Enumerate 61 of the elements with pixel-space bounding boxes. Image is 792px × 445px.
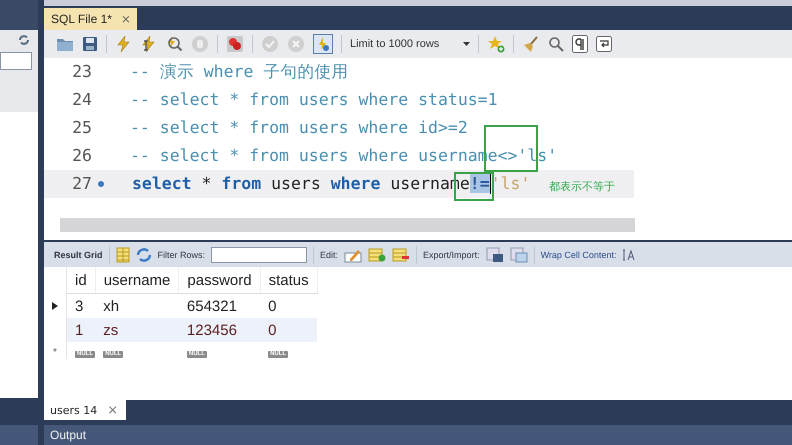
column-header[interactable]: id [66,267,96,294]
filter-label: Filter Rows: [158,250,206,260]
panel-header [0,425,38,445]
lightning-icon[interactable] [115,34,131,53]
brush-icon[interactable] [522,34,540,53]
column-header[interactable]: status [260,267,318,294]
table-cell: 0 [268,298,276,315]
grid-icon[interactable] [116,246,130,263]
annotation-note: 都表示不等于 [549,178,615,194]
column-header[interactable]: username [95,267,179,294]
code-line[interactable]: -- select * from users where id>=2 [106,118,468,138]
editor-tab[interactable]: SQL File 1* × [44,8,137,30]
check-icon[interactable] [261,34,279,53]
export-import-label: Export/Import: [423,250,480,260]
horizontal-scrollbar[interactable] [60,218,635,232]
new-row-marker: * [53,347,57,358]
edit-label: Edit: [320,250,338,260]
export-icon[interactable] [486,246,504,263]
panel-header [0,0,38,30]
search-field[interactable] [0,52,32,70]
auto-commit-icon[interactable] [313,34,333,54]
column-header[interactable]: password [178,267,260,294]
add-row-icon[interactable] [368,246,386,263]
result-grid-label: Result Grid [54,250,103,260]
star-plus-icon[interactable] [487,34,506,53]
line-number: 26 [71,146,92,166]
refresh-icon[interactable] [18,34,30,46]
line-number: 25 [71,118,92,138]
caret-icon [463,42,470,46]
line-number: 24 [71,90,92,110]
code-line[interactable]: -- select * from users where status=1 [106,90,498,110]
limit-dropdown[interactable]: Limit to 1000 rows [350,38,470,50]
magnifier-lightning-icon[interactable] [165,34,183,53]
table-cell: 1 [75,322,84,339]
table-cell: 654321 [186,298,237,315]
save-icon[interactable] [82,36,98,52]
close-button[interactable]: × [107,402,118,418]
magnifier-icon[interactable] [548,36,564,52]
toggle-icon[interactable] [226,34,244,53]
code-line[interactable]: -- 演示 where 子句的使用 [106,60,348,83]
import-icon[interactable] [510,246,528,263]
panel-title: Output [50,428,86,442]
wrap-cell-label: Wrap Cell Content: [540,250,616,260]
pilcrow-icon[interactable] [572,34,588,53]
table-cell: 0 [268,322,276,339]
result-tab[interactable]: users 14 × [44,400,126,420]
close-button[interactable]: × [120,12,131,26]
table-cell: 123456 [186,322,237,339]
wrap-icon[interactable] [596,36,612,52]
wrap-text-icon[interactable] [622,248,636,262]
delete-row-icon[interactable] [392,246,410,263]
table-cell: zs [103,322,118,339]
line-number: 23 [71,62,92,82]
tab-title: SQL File 1* [51,12,112,26]
statement-marker-icon [98,180,104,187]
line-number: 27 [71,174,92,194]
refresh-icon[interactable] [136,246,152,263]
table-cell: 3 [75,298,84,315]
filter-field[interactable] [211,246,308,263]
current-row-icon [52,302,58,310]
table-cell: xh [103,298,120,315]
